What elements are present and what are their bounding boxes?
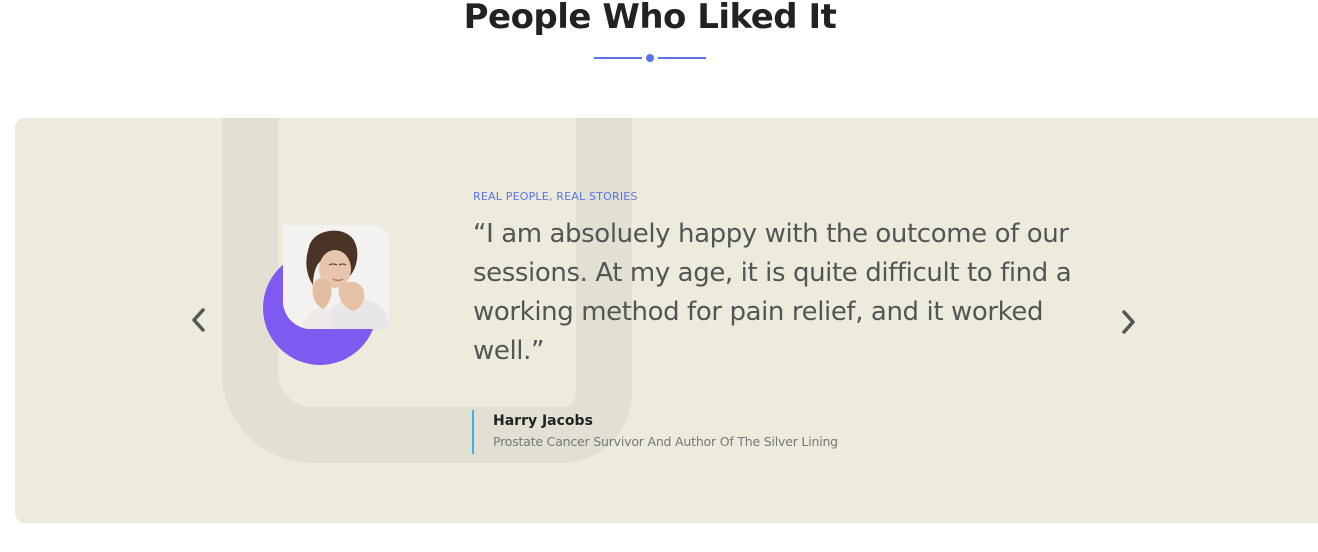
author-block: Harry Jacobs Prostate Cancer Survivor An… bbox=[472, 410, 838, 454]
section-title: People Who Liked It bbox=[463, 0, 837, 37]
chevron-right-icon bbox=[1122, 310, 1135, 334]
divider-line-left bbox=[594, 57, 642, 59]
author-name: Harry Jacobs bbox=[493, 413, 593, 429]
carousel-prev-button[interactable] bbox=[188, 305, 212, 335]
testimonial-eyebrow: REAL PEOPLE, REAL STORIES bbox=[473, 190, 638, 203]
woman-portrait-image bbox=[283, 225, 389, 329]
author-role: Prostate Cancer Survivor And Author Of T… bbox=[493, 434, 838, 449]
divider-line-right bbox=[658, 57, 706, 59]
author-avatar bbox=[263, 225, 393, 365]
testimonial-quote: “I am absoluely happy with the outcome o… bbox=[473, 219, 1072, 366]
carousel-next-button[interactable] bbox=[1115, 307, 1139, 337]
testimonial-card: REAL PEOPLE, REAL STORIES “I am absoluel… bbox=[15, 118, 1318, 523]
divider-dot bbox=[646, 54, 654, 62]
title-divider bbox=[594, 52, 706, 64]
author-photo bbox=[283, 225, 389, 329]
chevron-left-icon bbox=[192, 308, 205, 332]
